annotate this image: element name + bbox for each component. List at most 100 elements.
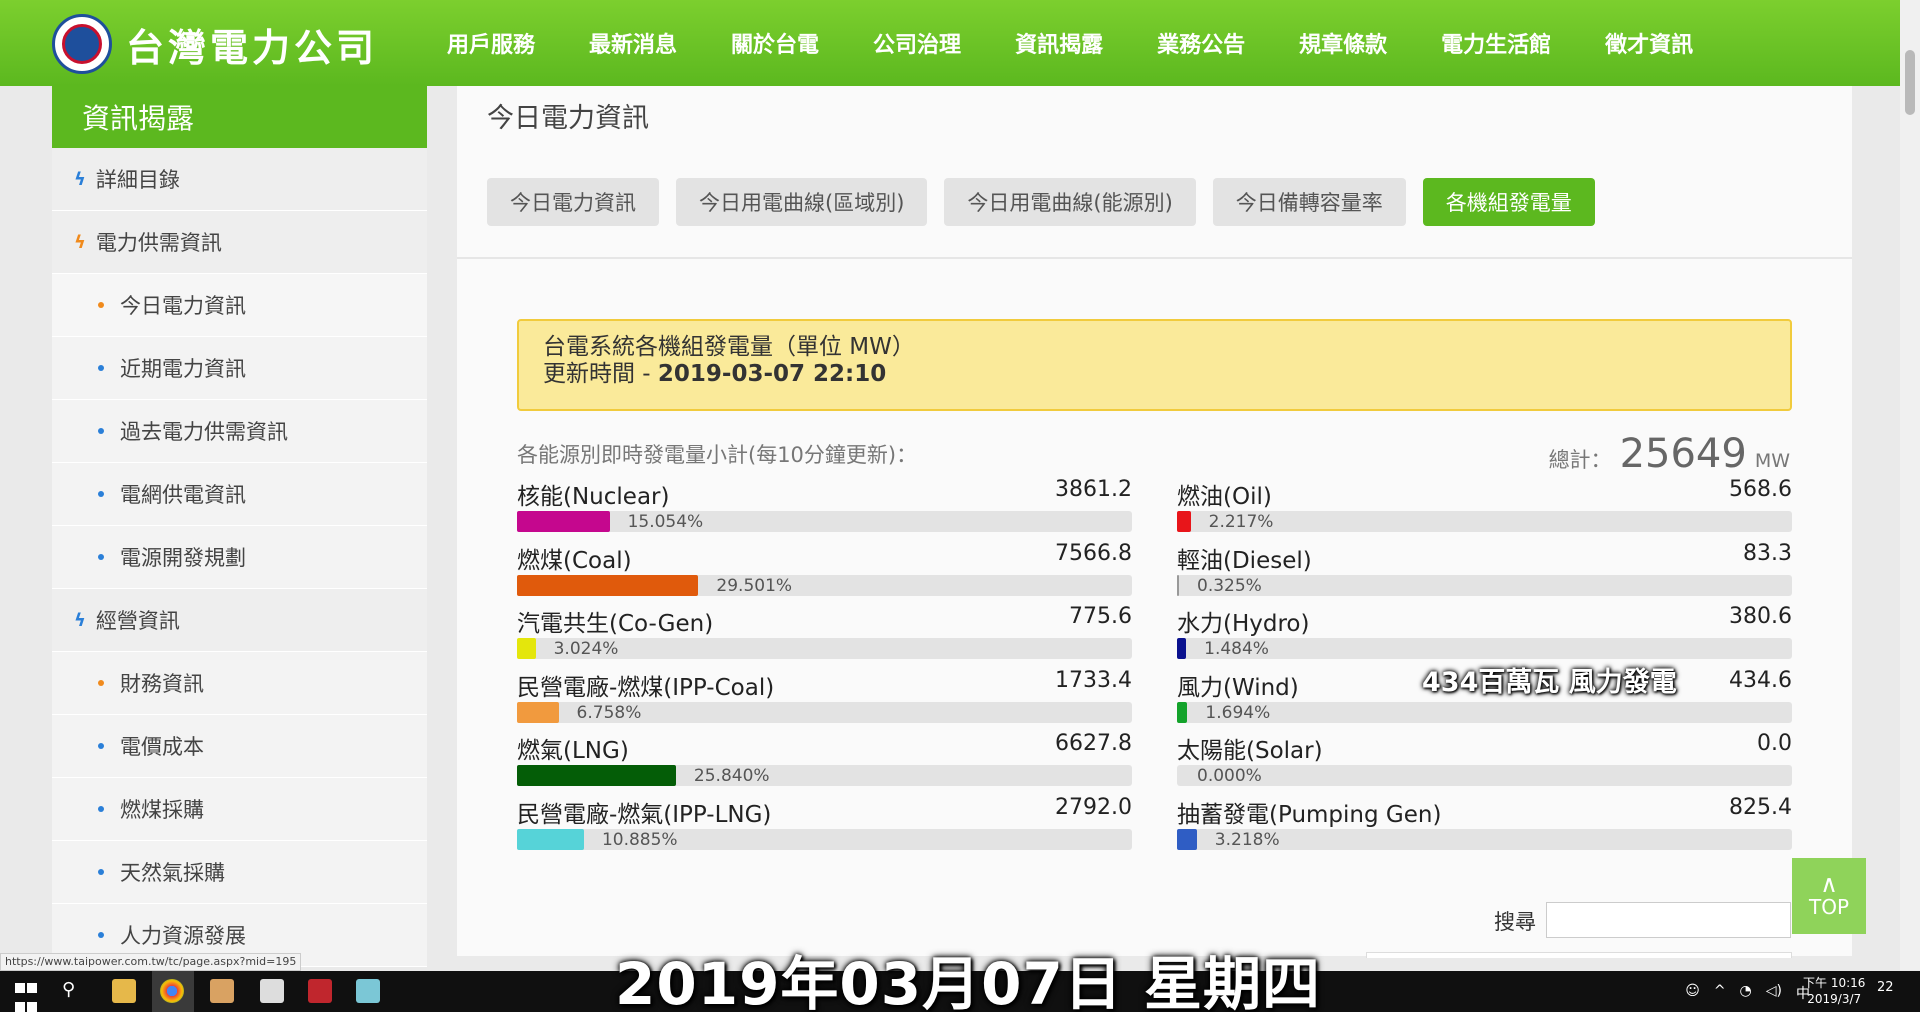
nav-item-governance[interactable]: 公司治理 [846,0,988,86]
progress-fill [517,765,676,786]
tab-unit-generation[interactable]: 各機組發電量 [1422,178,1595,226]
progress-fill [1177,828,1197,850]
nav-item-regulations[interactable]: 規章條款 [1272,0,1414,86]
notification-center-icon[interactable]: 22 [1877,980,1894,995]
sidebar-item-gas-procurement[interactable]: 天然氣採購 [52,841,427,904]
nav-item-disclosure[interactable]: 資訊揭露 [988,0,1130,100]
progress-fill [1177,511,1191,532]
nav-item-announcements[interactable]: 業務公告 [1130,0,1272,86]
volume-icon[interactable]: ◁) [1766,983,1782,1003]
source-name: 輕油(Diesel) [1177,547,1312,574]
sidebar-item-label: 詳細目錄 [95,168,180,192]
search-icon[interactable]: ⚲ [62,979,86,1003]
scrollbar-thumb[interactable] [1905,50,1915,115]
source-percent: 0.325% [1197,575,1262,596]
source-value: 1733.4 [1055,667,1132,693]
source-value: 775.6 [1069,604,1132,629]
source-value: 825.4 [1729,794,1792,820]
progress-track: 15.054% [517,511,1132,532]
bullet-icon [98,806,104,812]
progress-track: 3.218% [1177,828,1792,850]
nav-item-power-life[interactable]: 電力生活館 [1414,0,1578,86]
sidebar-item-recent-power[interactable]: 近期電力資訊 [52,337,427,400]
sidebar-item-label: 今日電力資訊 [120,294,246,318]
source-percent: 1.484% [1204,639,1269,659]
sidebar-item-grid-supply[interactable]: 電網供電資訊 [52,463,427,526]
sidebar-item-power-development[interactable]: 電源開發規劃 [52,526,427,589]
bullet-icon [98,428,104,434]
sidebar-item-finance[interactable]: 財務資訊 [52,652,427,715]
notice-title: 台電系統各機組發電量（單位 MW） [543,334,915,360]
windows-start-icon[interactable] [14,979,38,1012]
source-value: 6627.8 [1055,731,1132,756]
status-bar-url: https://www.taipower.com.tw/tc/page.aspx… [0,953,302,971]
source-name: 風力(Wind) [1177,674,1299,701]
source-value: 434.6 [1729,667,1792,693]
network-icon[interactable]: ◔ [1740,983,1752,1003]
progress-track: 25.840% [517,765,1132,786]
source-name: 燃油(Oil) [1177,484,1272,510]
progress-track: 1.694% [1177,701,1792,723]
lightning-icon: ϟ [74,168,86,190]
site-header: 台灣電力公司 用戶服務 最新消息 關於台電 公司治理 資訊揭露 業務公告 規章條… [0,0,1920,100]
tab-reserve-margin[interactable]: 今日備轉容量率 [1212,178,1406,226]
sidebar-item-supply-demand[interactable]: ϟ 電力供需資訊 [52,211,427,274]
people-icon[interactable]: ☺ [1685,983,1700,1003]
tab-load-curve-region[interactable]: 今日用電曲線(區域別) [676,178,928,226]
app-icon[interactable] [356,979,380,1003]
tab-load-curve-source[interactable]: 今日用電曲線(能源別) [944,178,1196,226]
source-name: 核能(Nuclear) [517,484,670,510]
progress-fill [1177,574,1179,596]
sidebar-item-directory[interactable]: ϟ 詳細目錄 [52,148,427,211]
sidebar-item-today-power[interactable]: 今日電力資訊 [52,274,427,337]
nav-item-careers[interactable]: 徵才資訊 [1578,0,1720,86]
site-logo[interactable]: 台灣電力公司 [52,14,378,74]
generation-row: 燃煤(Coal) 7566.8 29.501% [517,541,1132,605]
generation-row: 太陽能(Solar) 0.0 0.000% [1177,731,1792,795]
logo-emblem-icon [52,14,112,74]
sidebar-title: 資訊揭露 [52,86,427,148]
date-caption-overlay: 2019年03月07日 星期四 [615,950,1322,1012]
app-icon[interactable] [308,979,332,1003]
generation-row: 水力(Hydro) 380.6 1.484% [1177,604,1792,668]
search-input[interactable] [1546,902,1791,938]
nav-item-customer-service[interactable]: 用戶服務 [420,0,562,86]
source-value: 83.3 [1743,540,1792,566]
source-name: 民營電廠-燃煤(IPP-Coal) [517,674,775,701]
sidebar-item-operations[interactable]: ϟ 經營資訊 [52,589,427,652]
progress-fill [517,828,584,850]
source-name: 民營電廠-燃氣(IPP-LNG) [517,801,772,828]
bullet-icon [98,365,104,371]
generation-list-left: 核能(Nuclear) 3861.2 15.054% 燃煤(Coal) 7566.8 29… [517,477,1132,858]
bullet-icon [98,680,104,686]
app-icon[interactable] [210,979,234,1003]
source-name: 燃煤(Coal) [517,547,632,574]
tab-today-power[interactable]: 今日電力資訊 [487,178,659,226]
source-name: 燃氣(LNG) [517,738,629,764]
generation-row: 燃油(Oil) 568.6 2.217% [1177,477,1792,541]
source-percent: 6.758% [576,702,642,723]
source-name: 水力(Hydro) [1177,611,1310,637]
chevron-up-icon[interactable]: ^ [1714,983,1726,1003]
back-to-top-button[interactable]: ∧ TOP [1792,858,1866,934]
nav-item-news[interactable]: 最新消息 [562,0,704,86]
back-to-top-label: TOP [1808,895,1850,919]
sidebar-item-past-supply[interactable]: 過去電力供需資訊 [52,400,427,463]
nav-item-about[interactable]: 關於台電 [704,0,846,86]
source-percent: 10.885% [601,829,678,850]
source-name: 汽電共生(Co-Gen) [517,611,714,637]
progress-track: 10.885% [517,828,1132,850]
app-icon[interactable] [260,979,284,1003]
total-label: 總計： [1548,448,1612,472]
sidebar-item-tariff-cost[interactable]: 電價成本 [52,715,427,778]
bullet-icon [98,554,104,560]
file-explorer-icon[interactable] [112,979,136,1003]
chrome-icon[interactable] [160,979,184,1003]
sidebar-item-coal-procurement[interactable]: 燃煤採購 [52,778,427,841]
generation-row: 輕油(Diesel) 83.3 0.325% [1177,541,1792,605]
page-scrollbar[interactable] [1900,0,1920,970]
notice-update-time: 更新時間 - 2019-03-07 22:10 [543,361,887,387]
generation-notice: 台電系統各機組發電量（單位 MW） 更新時間 - 2019-03-07 22:1… [517,319,1792,411]
taskbar-clock[interactable]: 下午 10:16 2019/3/7 [1803,975,1865,1007]
progress-track: 2.217% [1177,511,1792,532]
